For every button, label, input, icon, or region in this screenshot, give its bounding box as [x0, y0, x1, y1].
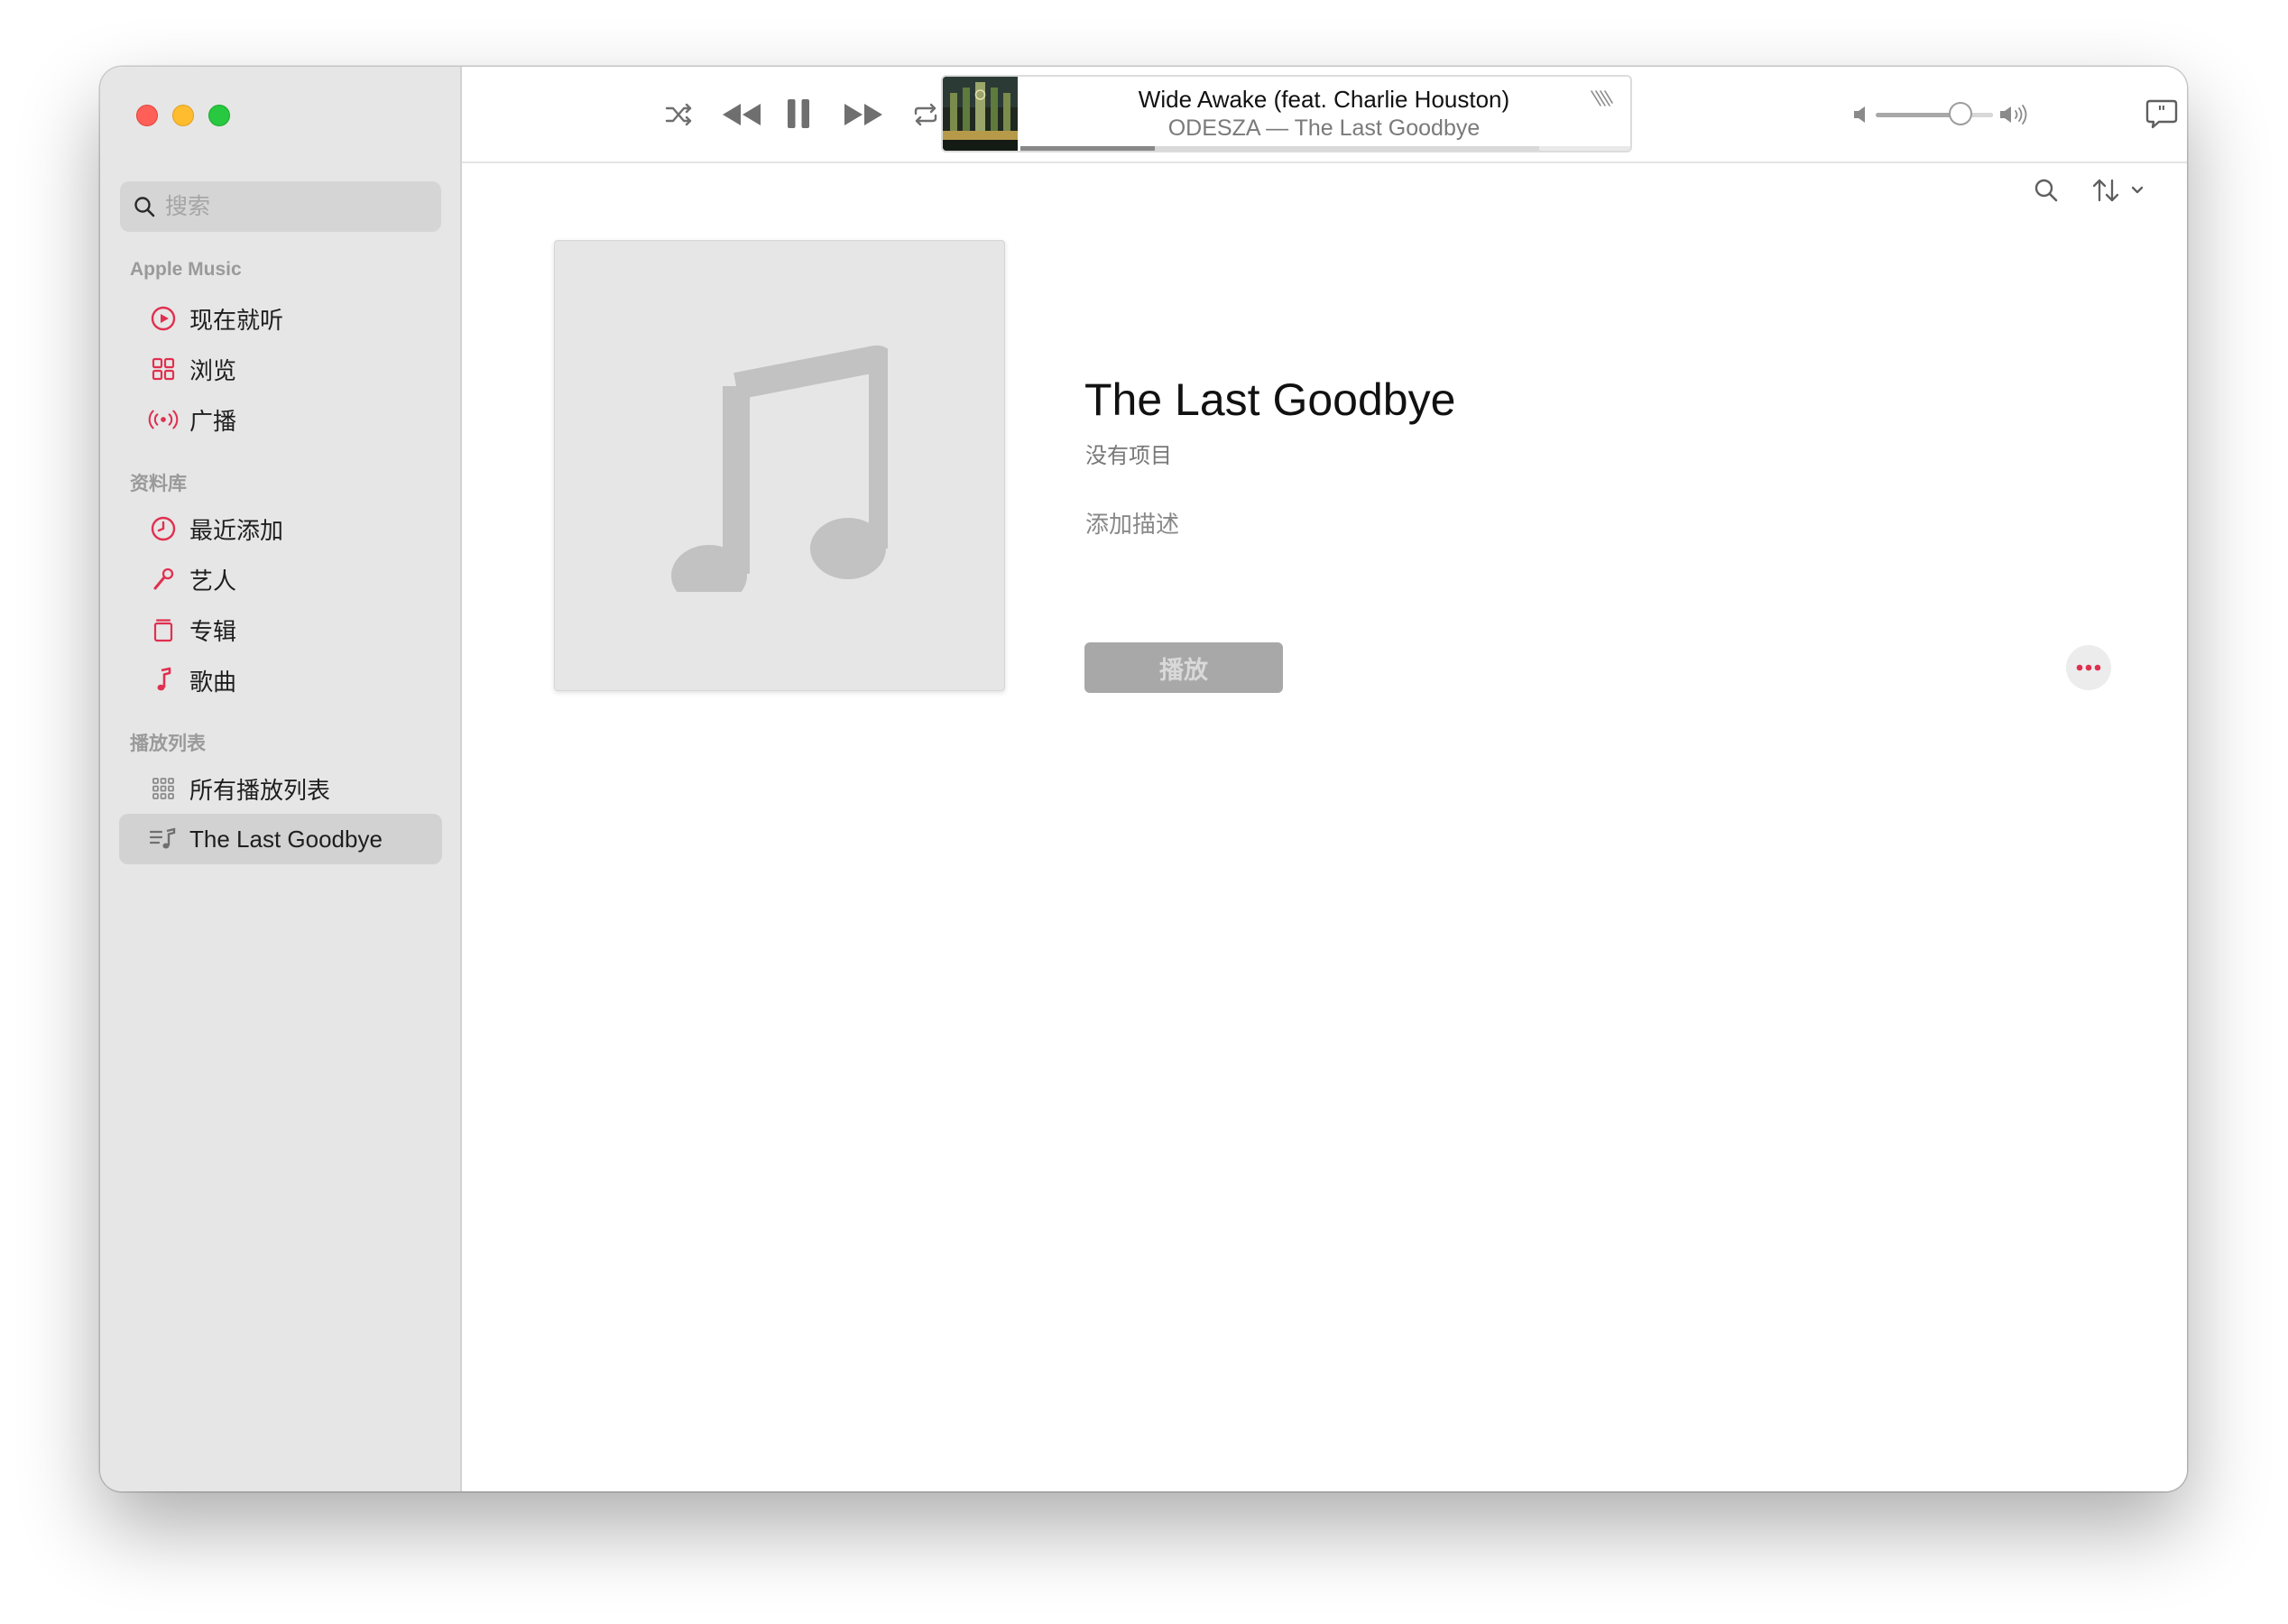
sidebar-item-albums[interactable]: 专辑: [119, 604, 442, 655]
music-window: Apple Music 现在就听 浏览 广播 资料库 最近添加: [100, 67, 2187, 1491]
sidebar-item-label: The Last Goodbye: [189, 825, 383, 853]
playlist-title: The Last Goodbye: [1084, 374, 1456, 425]
playlist-detail: The Last Goodbye 没有项目 添加描述 播放: [462, 163, 2187, 1491]
sidebar-item-all-playlists[interactable]: 所有播放列表: [119, 763, 442, 814]
grid-dots-icon: [148, 773, 179, 804]
album-artwork: [943, 77, 1018, 151]
grid-icon: [148, 354, 179, 384]
music-note-icon: [671, 345, 888, 592]
close-window-button[interactable]: [136, 105, 158, 126]
next-button[interactable]: [842, 97, 887, 132]
sidebar-item-label: 歌曲: [189, 668, 237, 696]
sidebar-item-label: 浏览: [189, 356, 237, 384]
sidebar-item-label: 专辑: [189, 617, 237, 645]
volume-slider[interactable]: [1876, 113, 1993, 117]
playlist-search-button[interactable]: [2028, 172, 2064, 208]
sidebar-item-recently-added[interactable]: 最近添加: [119, 503, 442, 554]
lyrics-quote-icon: ": [2145, 99, 2178, 129]
sort-arrows-icon: [2092, 179, 2144, 202]
repeat-icon: [914, 103, 937, 126]
playlist-artwork-placeholder: [554, 240, 1005, 691]
search-input[interactable]: [163, 192, 420, 221]
album-icon: [148, 614, 179, 645]
sidebar: Apple Music 现在就听 浏览 广播 资料库 最近添加: [100, 67, 462, 1491]
shuffle-button[interactable]: [663, 98, 696, 131]
section-title-library: 资料库: [130, 474, 187, 494]
volume-high-icon: [1998, 101, 2029, 128]
sidebar-item-songs[interactable]: 歌曲: [119, 655, 442, 706]
repeat-button[interactable]: [909, 98, 942, 131]
search-icon: [134, 197, 155, 217]
lyrics-button[interactable]: ": [2142, 95, 2182, 134]
track-title: Wide Awake (feat. Charlie Houston): [1138, 86, 1510, 113]
svg-text:": ": [2157, 103, 2165, 122]
add-description-field[interactable]: 添加描述: [1085, 506, 1179, 540]
radio-icon: [148, 404, 179, 435]
track-artist-album: ODESZA — The Last Goodbye: [1167, 115, 1481, 141]
zoom-window-button[interactable]: [208, 105, 230, 126]
rewind-icon: [723, 104, 761, 125]
previous-button[interactable]: [718, 97, 763, 132]
sidebar-item-artists[interactable]: 艺人: [119, 554, 442, 604]
sidebar-item-radio[interactable]: 广播: [119, 394, 442, 445]
playlist-item-count: 没有项目: [1085, 444, 1172, 468]
play-circle-icon: [148, 303, 179, 334]
fast-forward-icon: [844, 104, 882, 125]
pause-button[interactable]: [782, 96, 815, 132]
window-controls: [136, 105, 230, 126]
volume-low-icon: [1851, 103, 1871, 126]
sort-button[interactable]: [2090, 172, 2150, 208]
sidebar-item-label: 所有播放列表: [189, 776, 331, 804]
now-playing-display[interactable]: Wide Awake (feat. Charlie Houston) ODESZ…: [941, 75, 1632, 152]
sidebar-search[interactable]: [120, 181, 441, 232]
ellipsis-icon: [2076, 664, 2101, 671]
sidebar-item-the-last-goodbye[interactable]: The Last Goodbye: [119, 814, 442, 864]
clock-icon: [148, 513, 179, 544]
microphone-icon: [148, 564, 179, 595]
section-title-apple-music: Apple Music: [130, 259, 242, 280]
more-options-button[interactable]: [2066, 645, 2111, 690]
minimize-window-button[interactable]: [172, 105, 194, 126]
shuffle-icon: [665, 103, 692, 126]
sidebar-item-label: 艺人: [189, 567, 237, 595]
sidebar-item-label: 最近添加: [189, 516, 284, 544]
toolbar: Wide Awake (feat. Charlie Houston) ODESZ…: [462, 67, 2187, 163]
pause-icon: [788, 99, 809, 128]
playlist-icon: [148, 824, 179, 854]
sidebar-item-listen-now[interactable]: 现在就听: [119, 293, 442, 344]
search-icon: [2034, 179, 2058, 202]
playback-progress-bar[interactable]: [1020, 146, 1630, 151]
sidebar-item-label: 广播: [189, 407, 237, 435]
play-playlist-button[interactable]: 播放: [1084, 642, 1283, 693]
sidebar-item-label: 现在就听: [189, 306, 284, 334]
sidebar-item-browse[interactable]: 浏览: [119, 344, 442, 394]
lossless-badge-icon: [1589, 88, 1616, 114]
music-note-icon: [148, 665, 179, 696]
volume-slider-knob[interactable]: [1948, 102, 1972, 125]
section-title-playlists: 播放列表: [130, 734, 206, 754]
